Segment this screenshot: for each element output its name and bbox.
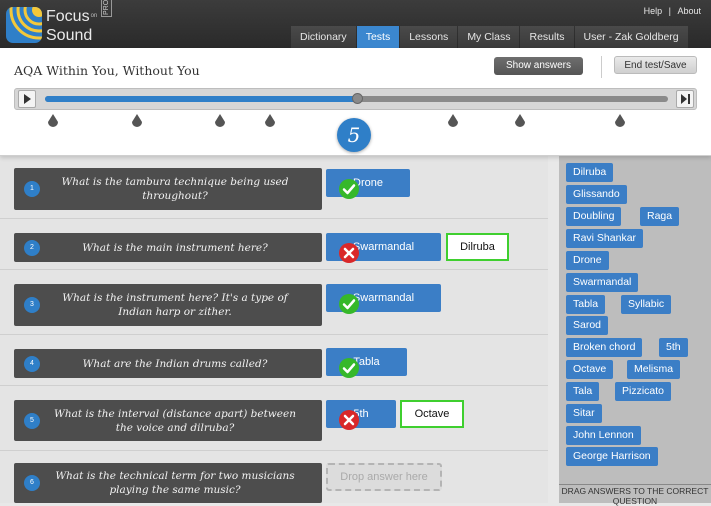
about-link[interactable]: About: [677, 6, 701, 16]
question-row: 1 What is the tambura technique being us…: [0, 156, 548, 219]
question-number: 4: [24, 355, 40, 372]
help-link[interactable]: Help: [644, 6, 663, 16]
tab-dictionary[interactable]: Dictionary: [291, 26, 356, 48]
answer-chip[interactable]: Ravi Shankar: [566, 229, 644, 248]
question-number: 3: [24, 297, 40, 313]
question-number: 1: [24, 181, 40, 197]
question-marker-7[interactable]: [514, 114, 526, 128]
question-box: 2 What is the main instrument here?: [14, 233, 322, 262]
answer-bank-instructions: DRAG ANSWERS TO THE CORRECT QUESTION: [559, 484, 711, 506]
tab-lessons[interactable]: Lessons: [400, 26, 458, 48]
question-marker-6[interactable]: [447, 114, 459, 128]
main-nav: Dictionary Tests Lessons My Class Result…: [291, 26, 689, 48]
question-box: 4 What are the Indian drums called?: [14, 349, 322, 378]
tab-tests[interactable]: Tests: [356, 26, 400, 48]
placed-answer[interactable]: 5th: [326, 400, 396, 428]
pro-badge: PRO: [101, 0, 112, 17]
progress-handle[interactable]: [351, 93, 363, 104]
end-test-save-button[interactable]: End test/Save: [614, 56, 697, 74]
test-title: AQA Within You, Without You: [14, 63, 200, 78]
question-box: 1 What is the tambura technique being us…: [14, 168, 322, 210]
question-box: 5 What is the interval (distance apart) …: [14, 400, 322, 441]
answer-chip[interactable]: Broken chord: [566, 338, 643, 357]
question-timeline: [14, 88, 697, 110]
question-box: 6 What is the technical term for two mus…: [14, 463, 322, 503]
question-text: What is the technical term for two music…: [55, 470, 295, 496]
play-button[interactable]: [18, 90, 36, 108]
brand-name: Focuson Sound: [46, 8, 98, 44]
question-marker-1[interactable]: [47, 114, 59, 128]
answer-chip[interactable]: Raga: [640, 207, 680, 226]
correct-check-icon: [339, 179, 359, 199]
question-number: 6: [24, 475, 40, 491]
question-text: What is the main instrument here?: [82, 241, 268, 254]
answer-chip[interactable]: Tala: [566, 382, 600, 401]
answer-chip[interactable]: Melisma: [627, 360, 681, 379]
focus-on-sound-logo-icon[interactable]: [6, 7, 42, 43]
current-question-marker[interactable]: 5: [337, 118, 371, 152]
test-header: AQA Within You, Without You Show answers…: [0, 48, 711, 156]
answer-chip[interactable]: Glissando: [566, 185, 627, 204]
placed-answer[interactable]: Tabla: [326, 348, 407, 376]
question-list: 1 What is the tambura technique being us…: [0, 156, 548, 503]
question-marker-8[interactable]: [614, 114, 626, 128]
tab-results[interactable]: Results: [520, 26, 574, 48]
answer-chip[interactable]: Dilruba: [566, 163, 614, 182]
wrong-x-icon: [339, 410, 359, 430]
answer-chip[interactable]: George Harrison: [566, 447, 658, 466]
show-answers-button[interactable]: Show answers: [494, 57, 583, 75]
correct-answer-box: Dilruba: [446, 233, 509, 261]
correct-check-icon: [339, 358, 359, 378]
question-row: 2 What is the main instrument here? Swar…: [0, 219, 548, 270]
answer-chip[interactable]: Syllabic: [621, 295, 672, 314]
question-marker-3[interactable]: [214, 114, 226, 128]
question-text: What is the instrument here? It's a type…: [62, 292, 288, 318]
drop-answer-zone[interactable]: Drop answer here: [326, 463, 442, 491]
answer-chip[interactable]: Octave: [566, 360, 614, 379]
skip-to-end-button[interactable]: [676, 90, 694, 108]
answer-chip[interactable]: Sarod: [566, 316, 609, 335]
answer-chip[interactable]: 5th: [659, 338, 688, 357]
question-text: What are the Indian drums called?: [82, 357, 268, 370]
link-separator: |: [668, 6, 671, 16]
question-row: 6 What is the technical term for two mus…: [0, 451, 548, 503]
answer-bank: Dilruba Glissando Doubling Raga Ravi Sha…: [559, 156, 711, 506]
tab-my-class[interactable]: My Class: [458, 26, 520, 48]
play-icon: [24, 94, 31, 104]
question-row: 5 What is the interval (distance apart) …: [0, 386, 548, 451]
placed-answer[interactable]: Drone: [326, 169, 410, 197]
correct-check-icon: [339, 294, 359, 314]
question-number: 2: [24, 239, 40, 256]
skip-to-end-icon: [681, 94, 690, 104]
answer-chip[interactable]: Tabla: [566, 295, 606, 314]
question-row: 4 What are the Indian drums called? Tabl…: [0, 335, 548, 386]
wrong-x-icon: [339, 243, 359, 263]
answer-chip[interactable]: Swarmandal: [566, 273, 639, 292]
divider: [601, 56, 602, 78]
question-marker-2[interactable]: [131, 114, 143, 128]
question-box: 3 What is the instrument here? It's a ty…: [14, 284, 322, 326]
answer-chip[interactable]: Sitar: [566, 404, 602, 423]
question-row: 3 What is the instrument here? It's a ty…: [0, 270, 548, 335]
tab-user[interactable]: User - Zak Goldberg: [574, 26, 688, 48]
question-marker-4[interactable]: [264, 114, 276, 128]
answer-chip[interactable]: Doubling: [566, 207, 622, 226]
answer-chip[interactable]: Pizzicato: [615, 382, 672, 401]
progress-fill: [45, 96, 357, 102]
answer-chip[interactable]: John Lennon: [566, 426, 641, 445]
question-number: 5: [24, 412, 40, 429]
question-text: What is the tambura technique being used…: [61, 176, 289, 202]
progress-track[interactable]: [45, 93, 668, 104]
top-bar: Focuson Sound PRO Help | About Dictionar…: [0, 0, 711, 48]
utility-links: Help | About: [640, 6, 701, 16]
correct-answer-box: Octave: [400, 400, 464, 428]
answer-chip[interactable]: Drone: [566, 251, 609, 270]
question-text: What is the interval (distance apart) be…: [54, 407, 296, 434]
